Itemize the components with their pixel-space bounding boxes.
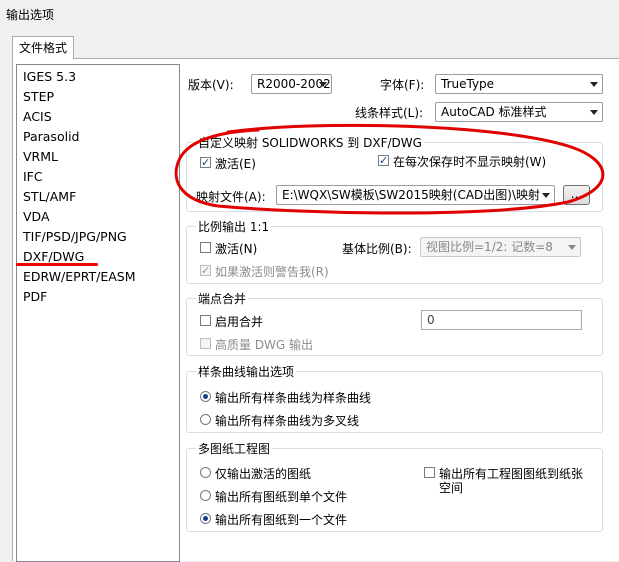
chevron-down-icon	[568, 245, 576, 250]
chevron-down-icon	[590, 110, 598, 115]
version-label: 版本(V):	[188, 78, 234, 92]
list-item[interactable]: STL/AMF	[23, 188, 76, 206]
list-item[interactable]: PDF	[23, 288, 47, 306]
list-item[interactable]: TIF/PSD/JPG/PNG	[23, 228, 127, 246]
base-scale-value: 视图比例=1/2: 记数=8	[426, 240, 553, 254]
list-item[interactable]: IGES 5.3	[23, 68, 76, 86]
spline-group-title: 样条曲线输出选项	[196, 363, 297, 380]
linestyle-value: AutoCAD 标准样式	[441, 105, 547, 119]
list-item[interactable]: EDRW/EPRT/EASM	[23, 268, 136, 286]
all-sheets-one-file-label: 输出所有图纸到一个文件	[215, 513, 348, 527]
red-ellipse-annotation	[174, 123, 605, 215]
spline-as-spline-radio[interactable]	[200, 391, 211, 402]
enable-merge-label: 启用合并	[215, 315, 264, 329]
spline-as-spline-label: 输出所有样条曲线为样条曲线	[215, 391, 372, 405]
spline-as-polyline-label: 输出所有样条曲线为多叉线	[215, 414, 360, 428]
base-scale-label: 基体比例(B):	[342, 242, 412, 256]
list-item[interactable]: ACIS	[23, 108, 52, 126]
all-sheets-single-file-radio[interactable]	[200, 490, 211, 501]
font-label: 字体(F):	[380, 78, 425, 92]
list-item[interactable]: Parasolid	[23, 128, 79, 146]
chevron-down-icon	[319, 82, 327, 87]
font-select[interactable]: TrueType	[435, 74, 603, 94]
list-item[interactable]: IFC	[23, 168, 43, 186]
version-select[interactable]: R2000-2002	[251, 74, 332, 94]
base-scale-select[interactable]: 视图比例=1/2: 记数=8	[420, 237, 581, 257]
active-sheet-only-radio[interactable]	[200, 467, 211, 478]
enable-merge-checkbox[interactable]	[200, 315, 211, 326]
hq-dwg-checkbox[interactable]	[200, 338, 211, 349]
paper-space-checkbox[interactable]	[424, 467, 435, 478]
chevron-down-icon	[590, 82, 598, 87]
merge-value-input[interactable]: 0	[421, 310, 582, 330]
scale-group-title: 比例输出 1:1	[196, 218, 272, 235]
merge-group-title: 端点合并	[196, 290, 249, 307]
multisheet-group-title: 多图纸工程图	[196, 440, 273, 457]
hq-dwg-label: 高质量 DWG 输出	[215, 338, 314, 352]
warn-checkbox[interactable]: ✓	[200, 265, 211, 276]
red-underline-annotation	[16, 263, 98, 266]
all-sheets-one-file-radio[interactable]	[200, 513, 211, 524]
tab-file-format[interactable]: 文件格式	[12, 36, 74, 59]
window-title: 输出选项	[6, 8, 55, 22]
list-item[interactable]: VRML	[23, 148, 58, 166]
list-item[interactable]: STEP	[23, 88, 54, 106]
font-value: TrueType	[441, 77, 495, 91]
warn-label: 如果激活则警告我(R)	[215, 265, 329, 279]
all-sheets-single-file-label: 输出所有图纸到单个文件	[215, 490, 348, 504]
active-sheet-only-label: 仅输出激活的图纸	[215, 467, 312, 481]
format-list[interactable]: IGES 5.3 STEP ACIS Parasolid VRML IFC ST…	[16, 64, 180, 562]
spline-as-polyline-radio[interactable]	[200, 414, 211, 425]
scale-activate-checkbox[interactable]	[200, 242, 211, 253]
paper-space-label-line2: 空间	[439, 481, 464, 495]
scale-activate-label: 激活(N)	[215, 242, 258, 256]
list-item[interactable]: VDA	[23, 208, 50, 226]
